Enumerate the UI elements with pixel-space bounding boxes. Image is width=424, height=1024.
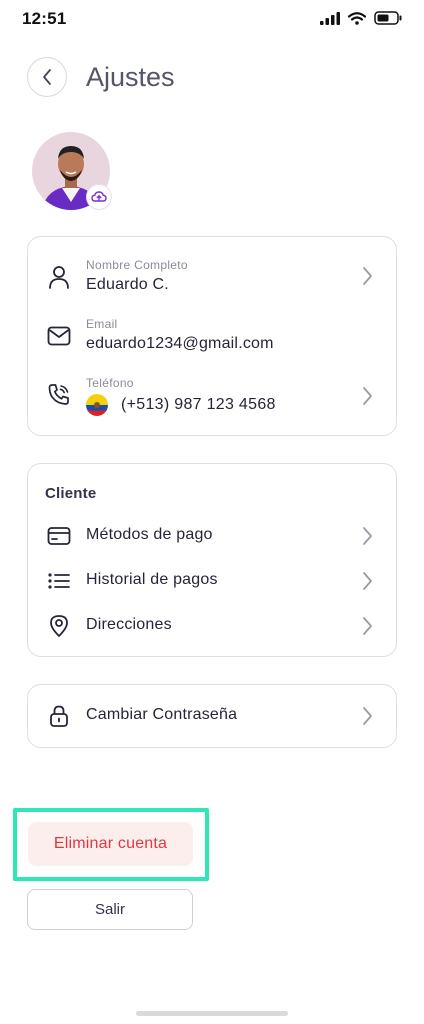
row-phone[interactable]: Teléfono (+513) 987 123 4568 [28,373,396,417]
avatar-container [32,132,112,210]
home-indicator[interactable] [136,1011,288,1016]
menu-item-addresses[interactable]: Direcciones [28,612,396,640]
change-password-label: Cambiar Contraseña [86,706,238,723]
logout-button[interactable]: Salir [27,889,193,930]
menu-item-label: Historial de pagos [86,571,218,588]
user-icon [46,264,72,290]
mail-icon [46,323,72,349]
credit-card-icon [46,523,72,549]
chevron-right-icon [360,525,374,547]
menu-item-change-password[interactable]: Cambiar Contraseña [28,702,396,730]
menu-item-payment-history[interactable]: Historial de pagos [28,567,396,595]
lock-icon [46,703,72,729]
chevron-right-icon [360,615,374,637]
battery-icon [374,11,402,25]
chevron-right-icon [360,705,374,727]
chevron-right-icon [360,570,374,592]
profile-info-card: Nombre Completo Eduardo C. Email eduardo… [27,236,397,436]
avatar-upload-button[interactable] [86,184,112,210]
row-full-name[interactable]: Nombre Completo Eduardo C. [28,255,396,299]
email-value: eduardo1234@gmail.com [86,335,274,352]
menu-item-payment-methods[interactable]: Métodos de pago [28,522,396,550]
status-bar: 12:51 [0,0,424,40]
phone-icon [46,382,72,408]
back-button[interactable] [27,57,67,97]
phone-value: (+513) 987 123 4568 [121,396,276,413]
wifi-icon [348,11,366,25]
row-email: Email eduardo1234@gmail.com [28,314,396,358]
client-card: Cliente Métodos de pago Historial de pag… [27,463,397,657]
status-time: 12:51 [22,9,67,28]
menu-item-label: Direcciones [86,616,172,633]
chevron-right-icon [360,265,374,287]
client-section-title: Cliente [45,485,97,502]
cloud-upload-icon [91,191,107,202]
header: Ajustes [27,56,175,98]
status-icons [320,11,402,25]
phone-label: Teléfono [86,376,134,390]
delete-account-button[interactable]: Eliminar cuenta [28,822,193,866]
ecuador-flag-icon [86,394,108,416]
full-name-value: Eduardo C. [86,276,169,293]
email-label: Email [86,317,118,331]
menu-item-label: Métodos de pago [86,526,213,543]
page-title: Ajustes [86,61,175,92]
list-icon [46,568,72,594]
chevron-right-icon [360,385,374,407]
full-name-label: Nombre Completo [86,258,188,272]
change-password-card[interactable]: Cambiar Contraseña [27,684,397,748]
map-pin-icon [46,613,72,639]
chevron-left-icon [43,69,51,85]
signal-icon [320,11,340,25]
